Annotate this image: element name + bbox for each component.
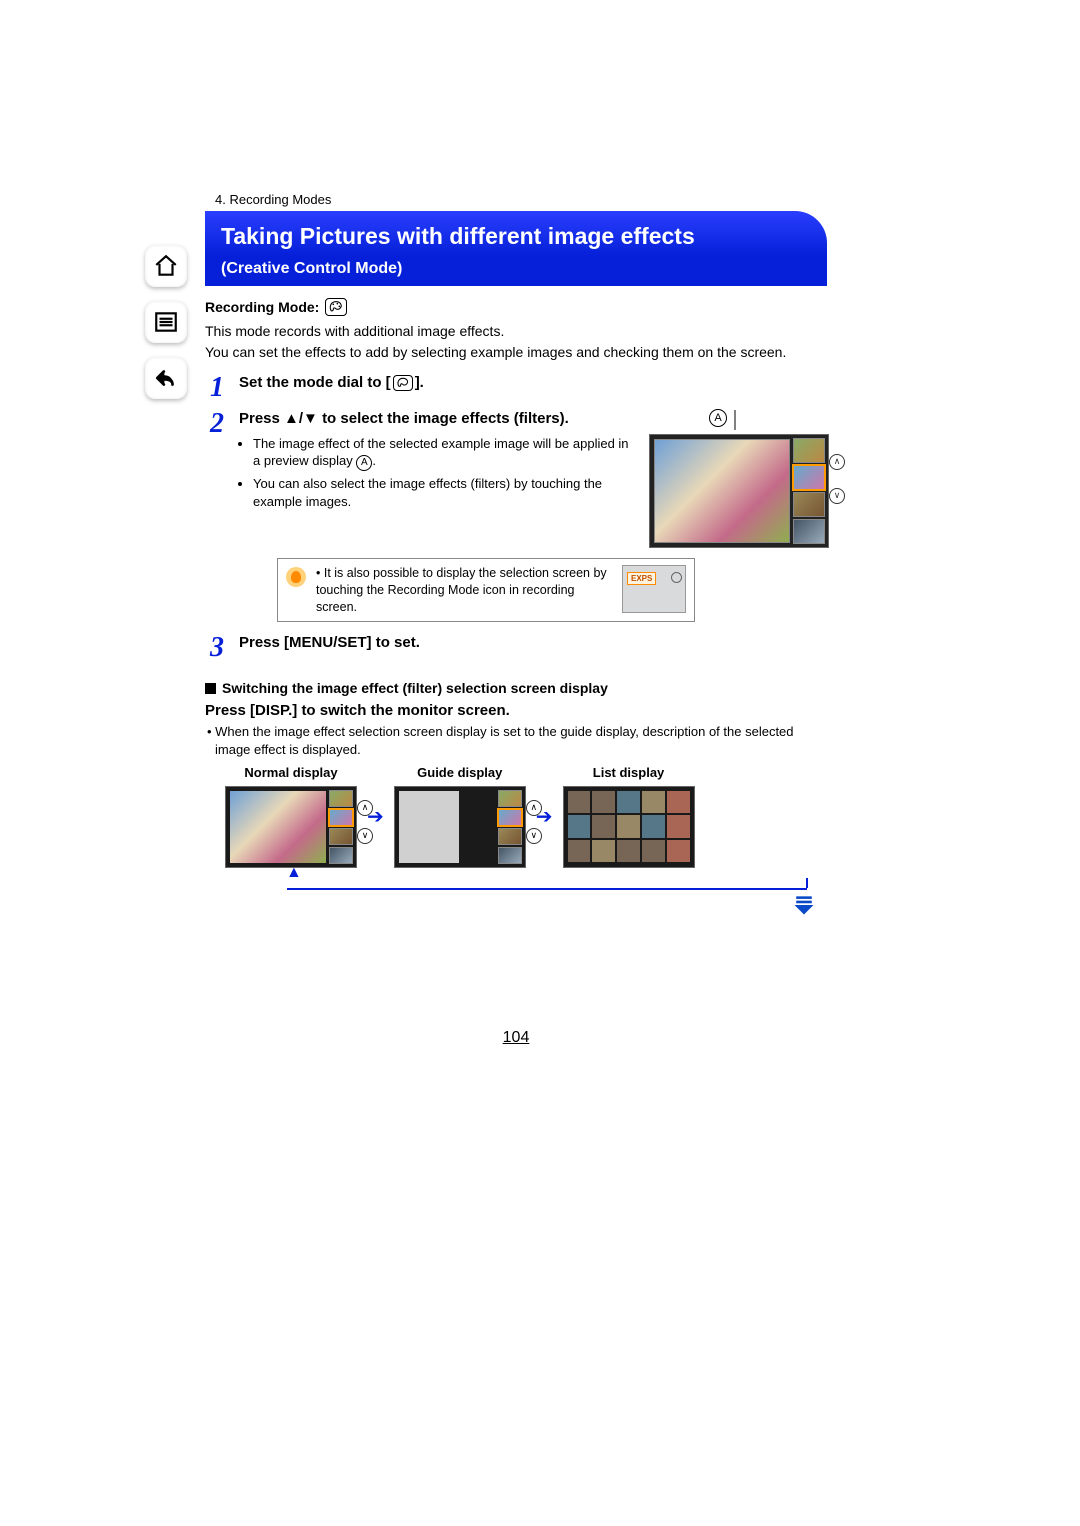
list-display-label: List display [593,765,665,780]
normal-display-figure [225,786,357,868]
scroll-indicators: ∧∨ [526,800,542,844]
callout-a-label: A [709,409,727,427]
tip-text: • It is also possible to display the sel… [316,565,612,616]
breadcrumb: 4. Recording Modes [205,190,827,211]
square-bullet-icon [205,683,216,694]
disp-note: • When the image effect selection screen… [205,723,827,758]
step-3-title: Press [MENU/SET] to set. [239,632,827,653]
manual-page: 4. Recording Modes Taking Pictures with … [0,0,1080,1526]
list-icon [153,309,179,335]
disp-heading: Press [DISP.] to switch the monitor scre… [205,702,827,719]
continue-down-icon [791,894,817,916]
home-button[interactable] [145,245,187,287]
subtitle: (Creative Control Mode) [205,256,827,286]
touch-hint-icon [286,567,306,587]
step-number-2: 2 [205,408,229,438]
step-2-title: Press ▲/▼ to select the image effects (f… [239,408,631,429]
switching-heading: Switching the image effect (filter) sele… [205,680,827,696]
steps: 1 Set the mode dial to []. 2 Press ▲/▼ t… [205,372,827,663]
recording-mode-label: Recording Mode: [205,299,319,315]
guide-display-figure [394,786,526,868]
step-number-3: 3 [205,632,229,662]
page-content: 4. Recording Modes Taking Pictures with … [205,190,827,1047]
normal-display-label: Normal display [244,765,337,780]
page-number[interactable]: 104 [205,1029,827,1047]
preview-figure: A [649,408,827,548]
intro-line-1: This mode records with additional image … [205,322,827,341]
back-button[interactable] [145,357,187,399]
cycle-indicator: ▲ [287,870,807,890]
scroll-indicators: ∧ ∨ [829,454,845,504]
preview-display [649,434,829,548]
contents-button[interactable] [145,301,187,343]
title-bar: Taking Pictures with different image eff… [205,211,827,256]
up-indicator-icon: ∧ [829,454,845,470]
palette-icon [325,298,347,316]
continue-indicator [205,894,827,919]
step-2-bullet-2: You can also select the image effects (f… [253,475,631,510]
tip-box: • It is also possible to display the sel… [277,558,695,623]
tip-mini-screen: EXPS [622,565,686,613]
list-display-figure [563,786,695,868]
page-title: Taking Pictures with different image eff… [221,223,809,250]
scroll-indicators: ∧∨ [357,800,373,844]
knob-icon [671,572,682,583]
step-1-title: Set the mode dial to []. [239,372,827,393]
back-icon [153,365,179,391]
exps-badge: EXPS [627,572,656,585]
display-modes: Normal display ∧∨ ➔ Guide display [225,765,827,868]
home-icon [153,253,179,279]
arrow-up-icon: ▲ [286,864,302,882]
step-number-1: 1 [205,372,229,402]
guide-display-label: Guide display [417,765,502,780]
sidebar-nav [145,245,197,399]
step-2-bullet-1: The image effect of the selected example… [253,435,631,471]
palette-icon-inline [393,375,413,391]
intro-section: Recording Mode: This mode records with a… [205,286,827,362]
callout-a-inline: A [356,455,372,471]
intro-line-2: You can set the effects to add by select… [205,343,827,362]
down-indicator-icon: ∨ [829,488,845,504]
